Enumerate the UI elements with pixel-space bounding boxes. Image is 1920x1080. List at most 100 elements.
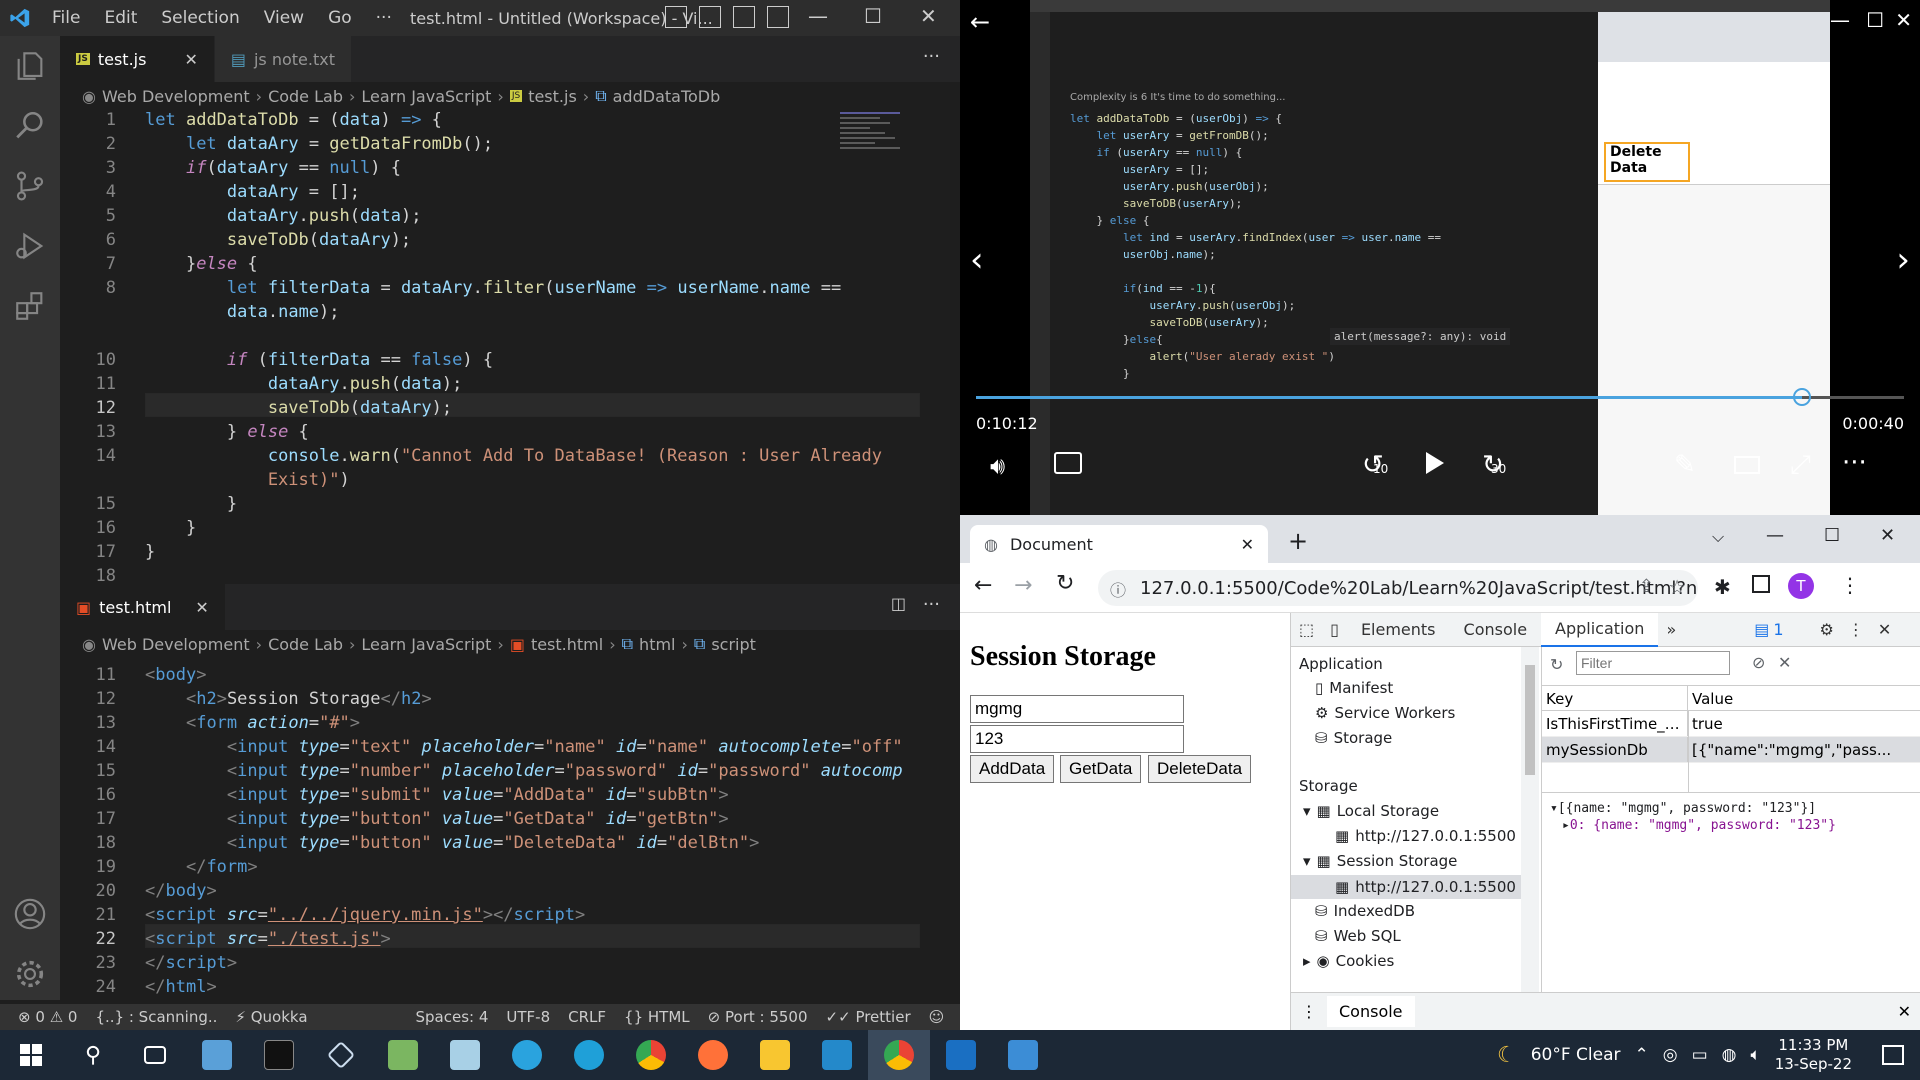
- maximize-icon[interactable]: ☐: [864, 4, 882, 28]
- maximize-icon[interactable]: ☐: [1824, 525, 1840, 546]
- close-icon[interactable]: ✕: [1895, 8, 1912, 32]
- breadcrumb-item[interactable]: Web Development: [102, 87, 250, 106]
- sidebar-cookies[interactable]: ▸ ◉ Cookies: [1303, 952, 1394, 970]
- minimize-icon[interactable]: —: [1766, 525, 1784, 546]
- sidebar-indexeddb[interactable]: ⛁ IndexedDB: [1315, 902, 1415, 920]
- editor-test-js[interactable]: 1 2 3 4 5 6 7 8 10 11 12 13 14 15 16 17 …: [60, 108, 960, 586]
- name-input[interactable]: [970, 695, 1184, 723]
- movies-tv-icon[interactable]: [930, 1030, 992, 1080]
- issues-badge[interactable]: ▤ 1: [1754, 620, 1783, 639]
- volume-icon[interactable]: 🔈︎: [1751, 1045, 1761, 1065]
- password-input[interactable]: [970, 725, 1184, 753]
- customize-layout-icon[interactable]: [767, 6, 789, 28]
- breadcrumb-item[interactable]: Code Lab: [268, 635, 343, 654]
- key-column-header[interactable]: Key: [1542, 686, 1688, 710]
- browser-tab-document[interactable]: ◍ Document ✕: [970, 525, 1268, 563]
- run-debug-icon[interactable]: [0, 216, 60, 276]
- menu-more[interactable]: ···: [364, 8, 404, 28]
- paint-icon[interactable]: [372, 1030, 434, 1080]
- close-tab-icon[interactable]: ✕: [195, 598, 208, 617]
- notes-icon[interactable]: [434, 1030, 496, 1080]
- close-devtools-icon[interactable]: ✕: [1878, 620, 1891, 639]
- reload-icon[interactable]: ↻: [1056, 571, 1074, 596]
- network-globe-icon[interactable]: ◍: [1722, 1045, 1737, 1065]
- clock[interactable]: 11:33 PM 13-Sep-22: [1775, 1036, 1852, 1074]
- source-control-icon[interactable]: [0, 156, 60, 216]
- account-icon[interactable]: [0, 884, 60, 944]
- sidebar-session-storage[interactable]: ▾ ▦ Session Storage: [1303, 852, 1457, 870]
- table-row-selected[interactable]: mySessionDb [{"name":"mgmg","pass...: [1542, 737, 1920, 763]
- mini-player-icon[interactable]: [1734, 456, 1760, 474]
- profile-avatar[interactable]: T: [1788, 573, 1814, 599]
- feedback-icon[interactable]: ☺: [929, 1008, 945, 1026]
- weather-text[interactable]: 60°F Clear: [1531, 1045, 1621, 1065]
- file-explorer-icon[interactable]: [744, 1030, 806, 1080]
- menu-file[interactable]: File: [40, 8, 92, 28]
- status-indentation[interactable]: Spaces: 4: [416, 1008, 489, 1026]
- status-language[interactable]: {} HTML: [624, 1008, 690, 1026]
- delete-data-button[interactable]: DeleteData: [1148, 755, 1252, 783]
- photos-icon[interactable]: [992, 1030, 1054, 1080]
- battery-icon[interactable]: ▭: [1692, 1045, 1708, 1065]
- sidebar-local-storage[interactable]: ▾ ▦ Local Storage: [1303, 802, 1439, 820]
- toggle-sidebar-icon[interactable]: [665, 6, 687, 28]
- close-tab-icon[interactable]: ✕: [184, 50, 197, 69]
- device-toolbar-icon[interactable]: ▯: [1322, 620, 1347, 639]
- previous-chevron-icon[interactable]: ‹: [970, 240, 984, 280]
- minimize-icon[interactable]: —: [808, 4, 828, 28]
- sidebar-storage[interactable]: ⛁ Storage: [1315, 729, 1392, 747]
- status-encoding[interactable]: UTF-8: [506, 1008, 550, 1026]
- extensions-puzzle-icon[interactable]: ✱: [1714, 575, 1731, 599]
- menu-edit[interactable]: Edit: [92, 8, 149, 28]
- clear-all-icon[interactable]: ⊘: [1752, 653, 1765, 672]
- tab-application[interactable]: Application: [1541, 612, 1659, 647]
- breadcrumb-item[interactable]: script: [711, 635, 756, 654]
- breadcrumb-item[interactable]: Learn JavaScript: [361, 635, 491, 654]
- sidebar-websql[interactable]: ⛁ Web SQL: [1315, 927, 1401, 945]
- filter-input[interactable]: [1576, 651, 1730, 675]
- close-tab-icon[interactable]: ✕: [1241, 535, 1254, 554]
- side-panel-icon[interactable]: [1752, 575, 1770, 593]
- minimap-top[interactable]: [840, 108, 920, 208]
- sidebar-manifest[interactable]: ▯ Manifest: [1315, 679, 1393, 697]
- back-arrow-icon[interactable]: ←: [974, 573, 992, 598]
- chrome-icon[interactable]: [620, 1030, 682, 1080]
- table-row[interactable]: IsThisFirstTime_Log_Fro... true: [1542, 711, 1920, 737]
- breadcrumb-item[interactable]: test.html: [531, 635, 603, 654]
- settings-gear-icon[interactable]: [0, 944, 60, 1004]
- status-eol[interactable]: CRLF: [568, 1008, 606, 1026]
- sidebar-local-origin[interactable]: ▦ http://127.0.0.1:5500: [1335, 827, 1516, 845]
- tab-test-js[interactable]: JS test.js ✕: [60, 36, 215, 82]
- status-scanning[interactable]: {..} : Scanning..: [95, 1008, 217, 1026]
- close-icon[interactable]: ✕: [1880, 525, 1895, 546]
- more-actions-icon[interactable]: ···: [923, 594, 940, 615]
- devtools-menu-icon[interactable]: ⋮: [1848, 620, 1864, 639]
- breadcrumb-item[interactable]: Learn JavaScript: [361, 87, 491, 106]
- split-editor-icon[interactable]: ◫: [891, 594, 906, 613]
- get-data-button[interactable]: GetData: [1060, 755, 1142, 783]
- breadcrumb-item[interactable]: addDataToDb: [613, 87, 721, 106]
- seek-bar[interactable]: [976, 388, 1904, 406]
- toggle-secondary-sidebar-icon[interactable]: [733, 6, 755, 28]
- seek-thumb[interactable]: [1792, 388, 1811, 406]
- terminal-icon[interactable]: [248, 1030, 310, 1080]
- breadcrumb-item[interactable]: html: [639, 635, 675, 654]
- new-tab-icon[interactable]: +: [1288, 527, 1308, 555]
- drawer-menu-icon[interactable]: ⋮: [1291, 1002, 1327, 1021]
- windows-start-icon[interactable]: [0, 1030, 62, 1080]
- 3d-viewer-icon[interactable]: [310, 1030, 372, 1080]
- inspect-element-icon[interactable]: ⬚: [1291, 620, 1322, 639]
- value-preview[interactable]: ▾[{name: "mgmg", password: "123"}] ▸0: {…: [1550, 801, 1836, 833]
- add-data-button[interactable]: AddData: [970, 755, 1055, 783]
- tab-console[interactable]: Console: [1450, 613, 1542, 647]
- volume-icon[interactable]: 🔊︎: [990, 452, 1005, 480]
- menu-view[interactable]: View: [252, 8, 316, 28]
- captions-icon[interactable]: [1054, 452, 1082, 474]
- more-options-icon[interactable]: ···: [1842, 448, 1867, 478]
- share-icon[interactable]: ⇪: [1639, 576, 1654, 597]
- search-icon[interactable]: [0, 96, 60, 156]
- refresh-icon[interactable]: ↻: [1550, 655, 1563, 674]
- chrome-menu-icon[interactable]: ⋮: [1840, 573, 1860, 597]
- video-player[interactable]: Complexity is 6 It's time to do somethin…: [960, 0, 1920, 515]
- tab-search-chevron-icon[interactable]: ⌵: [1712, 527, 1724, 547]
